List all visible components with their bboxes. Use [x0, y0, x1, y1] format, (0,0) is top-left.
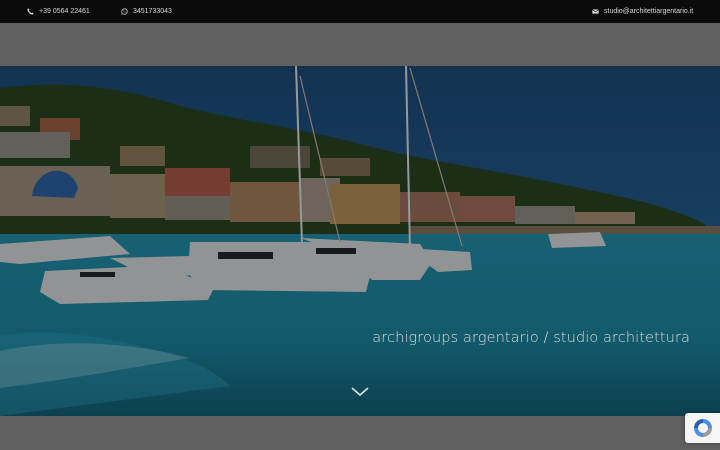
recaptcha-badge[interactable]	[685, 413, 720, 443]
top-contact-bar: +39 0564 22461 3451733043 studio@archite…	[0, 0, 720, 23]
recaptcha-icon	[693, 419, 712, 437]
header-spacer	[0, 23, 720, 66]
hero-banner: archigroups argentario / studio architet…	[0, 66, 720, 416]
whatsapp-icon	[121, 8, 128, 15]
whatsapp-contact[interactable]: 3451733043	[121, 0, 172, 23]
hero-tagline: archigroups argentario / studio architet…	[372, 330, 690, 346]
footer-band	[0, 416, 720, 450]
envelope-icon	[592, 9, 599, 14]
phone-icon	[27, 8, 34, 15]
email-contact[interactable]: studio@architettiargentario.it	[592, 0, 693, 23]
whatsapp-number: 3451733043	[133, 8, 172, 15]
image-overlay	[0, 66, 720, 416]
email-address: studio@architettiargentario.it	[604, 8, 694, 15]
phone-contact[interactable]: +39 0564 22461	[27, 0, 90, 23]
phone-number: +39 0564 22461	[39, 8, 90, 15]
chevron-down-icon[interactable]	[350, 386, 370, 398]
